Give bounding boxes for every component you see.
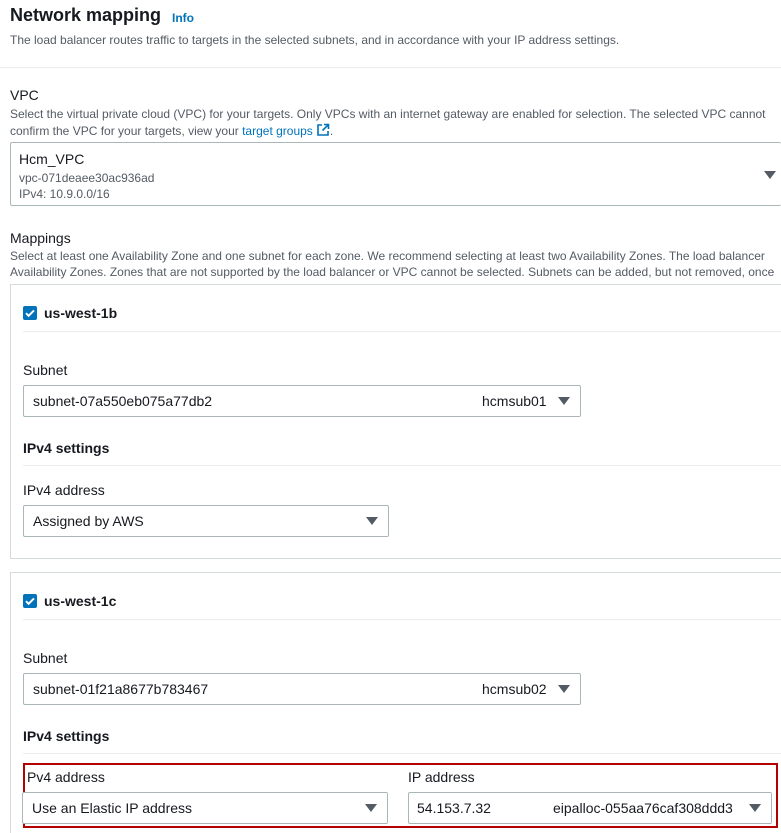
zone-checkbox-us-west-1b[interactable] — [23, 306, 37, 320]
ipv4-address-select-us-west-1b[interactable]: Assigned by AWS — [23, 505, 389, 537]
mappings-description-line1: Select at least one Availability Zone an… — [10, 249, 765, 263]
mappings-description-line2: Availability Zones. Zones that are not s… — [10, 265, 775, 279]
zone-name-us-west-1b: us-west-1b — [44, 305, 118, 321]
caret-down-icon — [749, 804, 761, 812]
vpc-selected-cidr: IPv4: 10.9.0.0/16 — [19, 187, 110, 201]
caret-down-icon — [365, 804, 377, 812]
subnet-id: subnet-01f21a8677b783467 — [33, 681, 209, 697]
section-title: Network mapping — [10, 5, 162, 25]
ipv4-address-label: Pv4 address — [27, 769, 105, 785]
ipv4-settings-label: IPv4 settings — [23, 728, 110, 744]
ipv4-settings-label: IPv4 settings — [23, 440, 110, 456]
vpc-description-suffix: . — [329, 124, 334, 138]
subnet-label: Subnet — [23, 650, 68, 666]
checkmark-icon — [25, 309, 35, 318]
mappings-label: Mappings — [10, 230, 71, 246]
caret-down-icon — [558, 397, 570, 405]
ipv4-address-label: IPv4 address — [23, 482, 105, 498]
vpc-description-line2: confirm the VPC for your targets, view y… — [10, 123, 333, 138]
zone-name-us-west-1c: us-west-1c — [44, 593, 117, 609]
vpc-description-prefix: confirm the VPC for your targets, view y… — [10, 124, 243, 138]
zone-divider — [23, 753, 781, 754]
subnet-label: Subnet — [23, 362, 68, 378]
vpc-selected-id: vpc-071deaee30ac936ad — [19, 171, 155, 185]
caret-down-icon — [366, 517, 378, 525]
vpc-select[interactable]: Hcm_VPC vpc-071deaee30ac936ad IPv4: 10.9… — [10, 142, 781, 206]
ipv4-address-value: Use an Elastic IP address — [32, 800, 193, 816]
zone-divider — [23, 331, 781, 332]
subnet-id: subnet-07a550eb075a77db2 — [33, 393, 213, 409]
target-groups-link[interactable]: target groups — [242, 124, 313, 138]
zone-divider — [23, 465, 781, 466]
ip-allocation-id: eipalloc-055aa76caf308ddd3 — [553, 800, 733, 816]
caret-down-icon — [764, 171, 776, 179]
caret-down-icon — [558, 685, 570, 693]
checkmark-icon — [25, 597, 35, 606]
zone-divider — [23, 619, 781, 620]
info-link[interactable]: Info — [172, 11, 194, 25]
ip-address-value: 54.153.7.32 — [417, 800, 491, 816]
ip-address-label: IP address — [408, 769, 475, 785]
subnet-name: hcmsub01 — [482, 393, 547, 409]
vpc-label: VPC — [10, 87, 39, 103]
zone-panel-us-west-1b: us-west-1b Subnet subnet-07a550eb075a77d… — [10, 284, 781, 559]
zone-checkbox-us-west-1c[interactable] — [23, 594, 37, 608]
vpc-description-line1: Select the virtual private cloud (VPC) f… — [10, 107, 766, 121]
ipv4-address-value: Assigned by AWS — [33, 513, 144, 529]
vpc-selected-name: Hcm_VPC — [19, 151, 85, 167]
ip-address-select[interactable]: 54.153.7.32 eipalloc-055aa76caf308ddd3 — [408, 792, 772, 824]
section-description: The load balancer routes traffic to targ… — [10, 33, 620, 47]
subnet-name: hcmsub02 — [482, 681, 547, 697]
subnet-select-us-west-1b[interactable]: subnet-07a550eb075a77db2 hcmsub01 — [23, 385, 581, 417]
ipv4-address-select-us-west-1c[interactable]: Use an Elastic IP address — [22, 792, 388, 824]
external-link-icon[interactable] — [316, 123, 330, 137]
subnet-select-us-west-1c[interactable]: subnet-01f21a8677b783467 hcmsub02 — [23, 673, 581, 705]
